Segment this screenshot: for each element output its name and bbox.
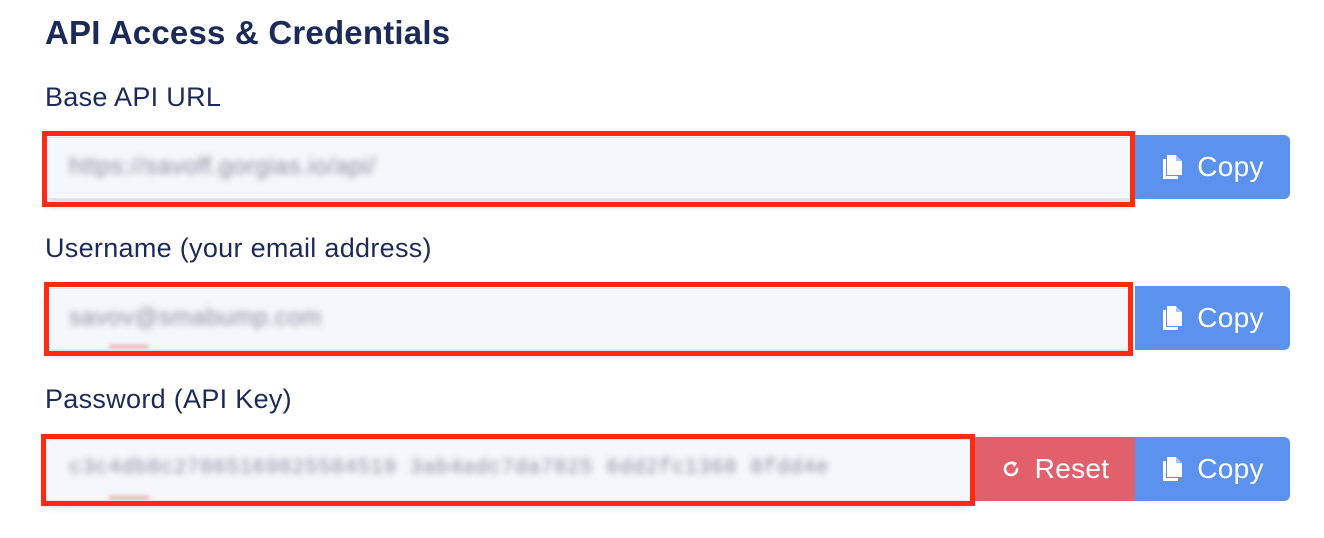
- copy-base-url-button[interactable]: Copy: [1135, 135, 1290, 199]
- copy-icon: [1161, 305, 1183, 331]
- copy-username-button[interactable]: Copy: [1135, 286, 1290, 350]
- refresh-icon: [1001, 459, 1021, 479]
- copy-button-label: Copy: [1197, 302, 1264, 333]
- copy-api-key-button[interactable]: Copy: [1135, 437, 1290, 501]
- password-field[interactable]: c3c4db8c27865169825584519 3ab4adc7da7825…: [46, 439, 971, 501]
- base-url-value: https://savoff.gorgias.io/api/: [69, 153, 376, 180]
- username-field[interactable]: savov@smabump.com: [46, 288, 1131, 350]
- copy-button-label: Copy: [1197, 453, 1264, 484]
- copy-icon: [1161, 154, 1183, 180]
- password-value: c3c4db8c27865169825584519 3ab4adc7da7825…: [69, 457, 829, 480]
- username-label: Username (your email address): [45, 233, 432, 263]
- reset-button-label: Reset: [1034, 453, 1110, 484]
- copy-button-label: Copy: [1197, 151, 1264, 182]
- password-label: Password (API Key): [45, 384, 292, 414]
- reset-api-key-button[interactable]: Reset: [975, 437, 1135, 501]
- base-url-field[interactable]: https://savoff.gorgias.io/api/: [46, 137, 1133, 199]
- username-value: savov@smabump.com: [69, 304, 322, 331]
- copy-icon: [1161, 456, 1183, 482]
- base-url-label: Base API URL: [45, 82, 222, 112]
- section-title: API Access & Credentials: [45, 14, 451, 51]
- redaction-mark: [109, 496, 149, 500]
- api-credentials-panel: API Access & Credentials Base API URL ht…: [0, 0, 1324, 538]
- redaction-mark: [109, 345, 149, 349]
